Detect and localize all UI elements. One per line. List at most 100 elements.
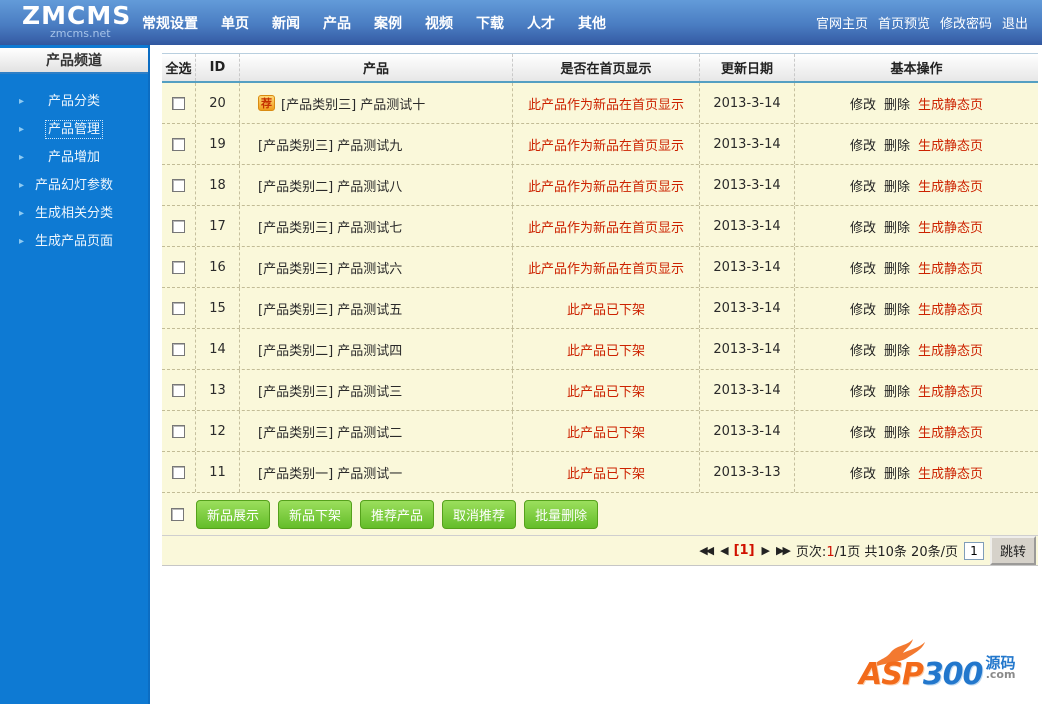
sidebar-item-1[interactable]: ▸ 产品管理 — [0, 116, 148, 144]
delete-link[interactable]: 删除 — [884, 258, 910, 277]
row-select-cell — [162, 206, 196, 246]
nav-talent[interactable]: 人才 — [527, 13, 555, 33]
nav-home-preview[interactable]: 首页预览 — [878, 13, 930, 32]
row-checkbox[interactable] — [172, 301, 185, 315]
nav-change-password[interactable]: 修改密码 — [940, 13, 992, 32]
modify-link[interactable]: 修改 — [850, 176, 876, 195]
jump-page-input[interactable] — [963, 541, 984, 560]
generate-static-link[interactable]: 生成静态页 — [918, 135, 983, 154]
modify-link[interactable]: 修改 — [850, 135, 876, 154]
row-checkbox[interactable] — [172, 465, 185, 479]
nav-downloads[interactable]: 下载 — [476, 13, 504, 33]
current-page-number[interactable]: [1] — [734, 543, 755, 558]
modify-link[interactable]: 修改 — [850, 258, 876, 277]
generate-static-link[interactable]: 生成静态页 — [918, 381, 983, 400]
product-title[interactable]: [产品类别二] 产品测试八 — [258, 176, 402, 195]
product-title[interactable]: [产品类别三] 产品测试十 — [281, 94, 425, 113]
modify-link[interactable]: 修改 — [850, 463, 876, 482]
product-title[interactable]: [产品类别三] 产品测试六 — [258, 258, 402, 277]
row-product-cell: [产品类别三] 产品测试六 — [240, 247, 513, 287]
delete-link[interactable]: 删除 — [884, 299, 910, 318]
row-checkbox[interactable] — [172, 383, 185, 397]
modify-link[interactable]: 修改 — [850, 422, 876, 441]
unlist-new-button[interactable]: 新品下架 — [278, 499, 353, 529]
batch-delete-button[interactable]: 批量删除 — [524, 499, 599, 529]
modify-link[interactable]: 修改 — [850, 94, 876, 113]
delete-link[interactable]: 删除 — [884, 422, 910, 441]
jump-button[interactable]: 跳转 — [989, 536, 1036, 565]
nav-general-settings[interactable]: 常规设置 — [142, 13, 198, 33]
status-text: 此产品已下架 — [566, 384, 645, 400]
product-title[interactable]: [产品类别三] 产品测试九 — [258, 135, 402, 154]
generate-static-link[interactable]: 生成静态页 — [918, 176, 983, 195]
sidebar-item-0[interactable]: ▸ 产品分类 — [0, 88, 148, 116]
row-status-cell: 此产品作为新品在首页显示 — [513, 206, 700, 246]
generate-static-link[interactable]: 生成静态页 — [918, 217, 983, 236]
sidebar-item-3[interactable]: ▸ 产品幻灯参数 — [0, 172, 148, 200]
delete-link[interactable]: 删除 — [884, 340, 910, 359]
modify-link[interactable]: 修改 — [850, 217, 876, 236]
product-title[interactable]: [产品类别二] 产品测试四 — [258, 340, 402, 359]
product-title[interactable]: [产品类别三] 产品测试七 — [258, 217, 402, 236]
row-date: 2013-3-14 — [700, 83, 795, 123]
select-all-checkbox[interactable] — [171, 507, 184, 521]
generate-static-link[interactable]: 生成静态页 — [918, 463, 983, 482]
nav-products[interactable]: 产品 — [323, 13, 351, 33]
product-title[interactable]: [产品类别三] 产品测试三 — [258, 381, 402, 400]
nav-single-page[interactable]: 单页 — [221, 13, 249, 33]
nav-site-home[interactable]: 官网主页 — [816, 13, 868, 32]
row-checkbox[interactable] — [172, 342, 185, 356]
row-status-cell: 此产品已下架 — [513, 329, 700, 369]
product-title[interactable]: [产品类别三] 产品测试二 — [258, 422, 402, 441]
modify-link[interactable]: 修改 — [850, 381, 876, 400]
modify-link[interactable]: 修改 — [850, 299, 876, 318]
row-actions-cell: 修改 删除 生成静态页 — [795, 124, 1038, 164]
delete-link[interactable]: 删除 — [884, 94, 910, 113]
nav-video[interactable]: 视频 — [425, 13, 453, 33]
first-page-icon[interactable]: ◀◀ — [698, 544, 714, 557]
row-checkbox[interactable] — [172, 219, 185, 233]
row-date: 2013-3-14 — [700, 288, 795, 328]
last-page-icon[interactable]: ▶▶ — [775, 544, 791, 557]
generate-static-link[interactable]: 生成静态页 — [918, 258, 983, 277]
delete-link[interactable]: 删除 — [884, 381, 910, 400]
product-title[interactable]: [产品类别三] 产品测试五 — [258, 299, 402, 318]
row-checkbox[interactable] — [172, 424, 185, 438]
row-id: 12 — [196, 411, 240, 451]
arrow-icon: ▸ — [19, 236, 25, 247]
generate-static-link[interactable]: 生成静态页 — [918, 340, 983, 359]
sidebar-item-2[interactable]: ▸ 产品增加 — [0, 144, 148, 172]
nav-news[interactable]: 新闻 — [272, 13, 300, 33]
table-row: 13 [产品类别三] 产品测试三 此产品已下架 2013-3-14 修改 删除 生成静态页 — [162, 370, 1038, 411]
status-text: 此产品已下架 — [566, 302, 645, 318]
recommend-product-button[interactable]: 推荐产品 — [360, 499, 435, 529]
delete-link[interactable]: 删除 — [884, 176, 910, 195]
show-new-button[interactable]: 新品展示 — [196, 499, 271, 529]
row-select-cell — [162, 83, 196, 123]
row-checkbox[interactable] — [172, 260, 185, 274]
header-select-all[interactable]: 全选 — [162, 54, 196, 81]
delete-link[interactable]: 删除 — [884, 463, 910, 482]
delete-link[interactable]: 删除 — [884, 135, 910, 154]
row-checkbox[interactable] — [172, 96, 185, 110]
row-checkbox[interactable] — [172, 137, 185, 151]
nav-other[interactable]: 其他 — [578, 13, 606, 33]
row-select-cell — [162, 452, 196, 492]
generate-static-link[interactable]: 生成静态页 — [918, 422, 983, 441]
next-page-icon[interactable]: ▶ — [761, 544, 771, 557]
delete-link[interactable]: 删除 — [884, 217, 910, 236]
nav-logout[interactable]: 退出 — [1002, 13, 1028, 32]
table-row: 12 [产品类别三] 产品测试二 此产品已下架 2013-3-14 修改 删除 生成静态页 — [162, 411, 1038, 452]
cancel-recommend-button[interactable]: 取消推荐 — [442, 499, 517, 529]
prev-page-icon[interactable]: ◀ — [719, 544, 729, 557]
product-title[interactable]: [产品类别一] 产品测试一 — [258, 463, 402, 482]
sidebar-item-5[interactable]: ▸ 生成产品页面 — [0, 228, 148, 256]
modify-link[interactable]: 修改 — [850, 340, 876, 359]
row-product-cell: [产品类别三] 产品测试三 — [240, 370, 513, 410]
nav-cases[interactable]: 案例 — [374, 13, 402, 33]
table-row: 14 [产品类别二] 产品测试四 此产品已下架 2013-3-14 修改 删除 生成静态页 — [162, 329, 1038, 370]
row-checkbox[interactable] — [172, 178, 185, 192]
generate-static-link[interactable]: 生成静态页 — [918, 299, 983, 318]
generate-static-link[interactable]: 生成静态页 — [918, 94, 983, 113]
sidebar-item-4[interactable]: ▸ 生成相关分类 — [0, 200, 148, 228]
